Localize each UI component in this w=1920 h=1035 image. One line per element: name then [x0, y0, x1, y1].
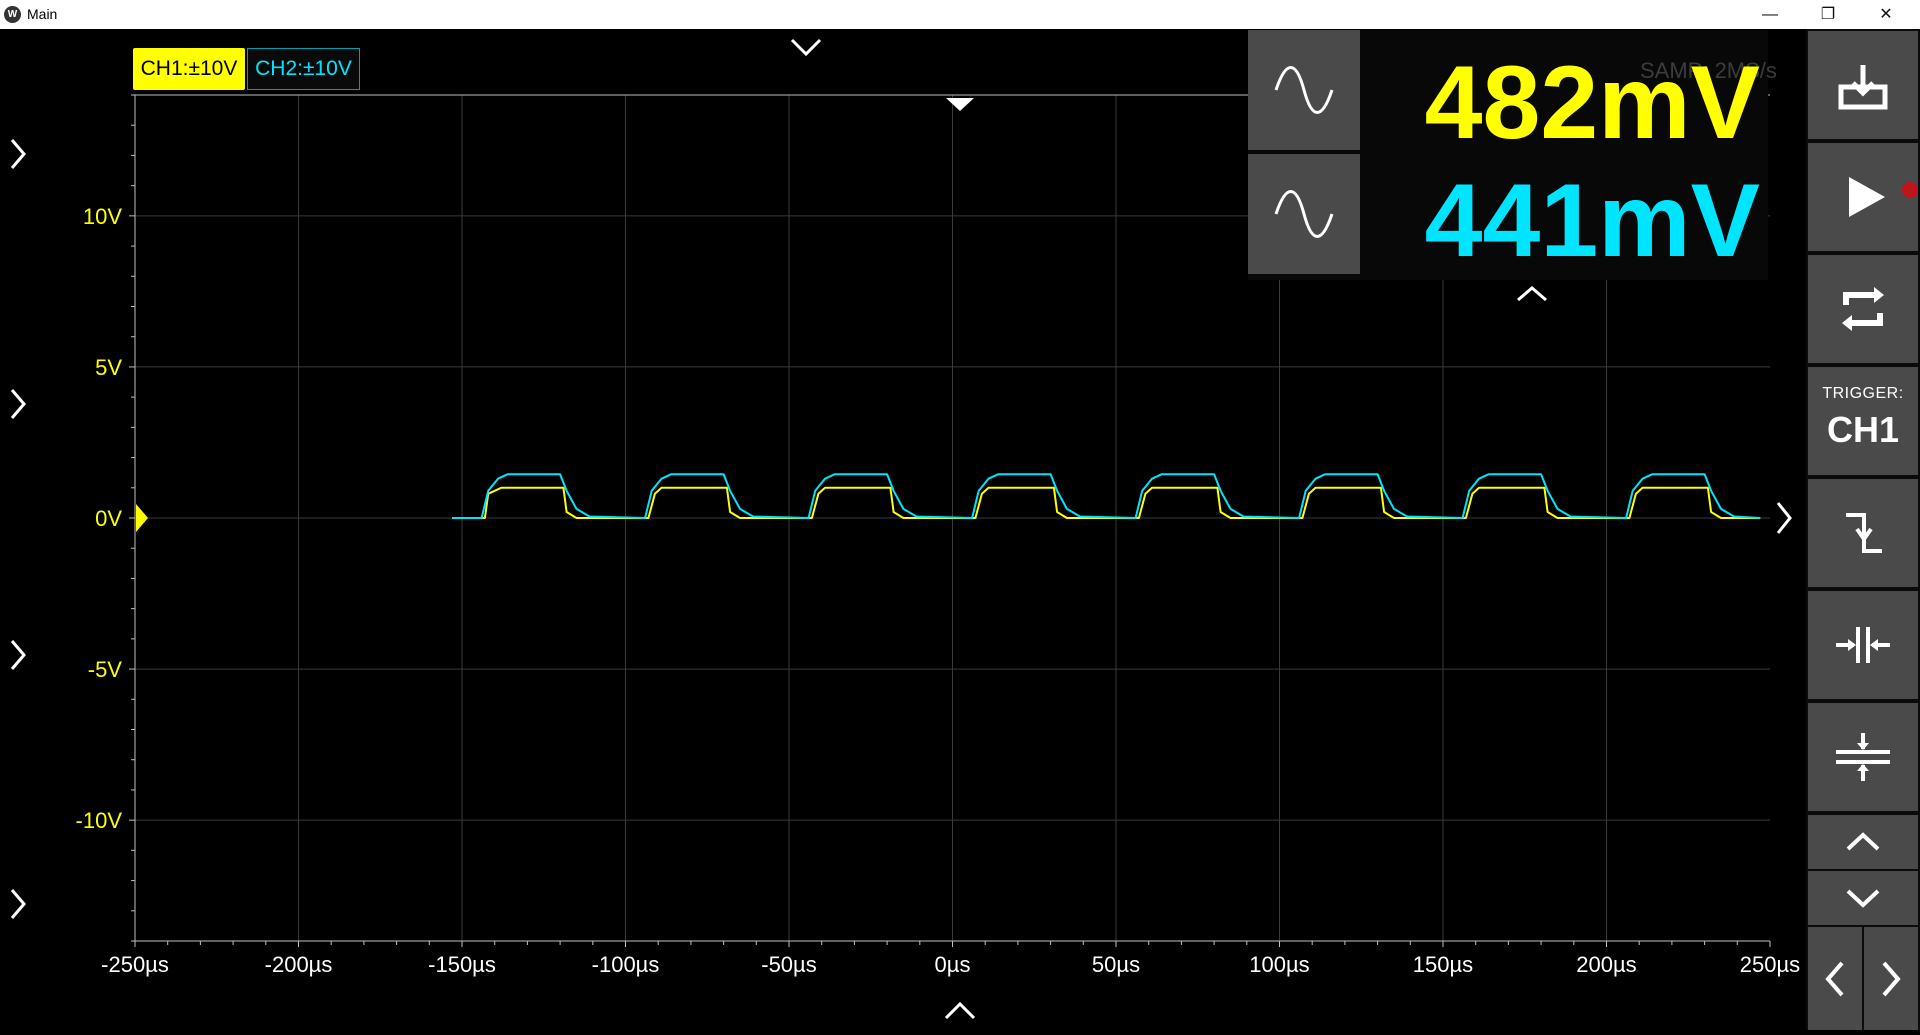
- close-button[interactable]: ✕: [1857, 0, 1915, 29]
- expand-panel-icon[interactable]: [10, 640, 26, 670]
- chevron-right-icon[interactable]: [1776, 502, 1792, 534]
- waveform-traces: [452, 473, 1761, 519]
- x-tick-label: -250µs: [101, 952, 169, 977]
- auto-set-icon: [1842, 287, 1884, 331]
- ch2-measure-type-button[interactable]: [1248, 154, 1360, 274]
- trigger-source-button[interactable]: TRIGGER: CH1: [1808, 367, 1918, 475]
- time-scale-button[interactable]: [1808, 591, 1918, 699]
- window-title: Main: [27, 6, 58, 22]
- sine-wave-icon: [1274, 66, 1334, 114]
- ch1-level-marker[interactable]: [136, 504, 148, 532]
- falling-edge-icon: [1846, 513, 1882, 553]
- ch2-range-button[interactable]: CH2:±10V: [247, 48, 360, 90]
- x-tick-label: 200µs: [1576, 952, 1636, 977]
- y-minor-ticks: [129, 94, 135, 942]
- voltage-scale-button[interactable]: [1808, 703, 1918, 811]
- next-icon: [1882, 961, 1901, 997]
- scroll-up-icon: [1846, 832, 1880, 851]
- x-tick-label: 0µs: [935, 952, 971, 977]
- app-logo-icon: W: [4, 6, 21, 23]
- x-tick-label: -150µs: [428, 952, 496, 977]
- expand-panel-icon[interactable]: [10, 889, 26, 919]
- y-tick-label: -10V: [76, 808, 123, 833]
- x-tick-label: 100µs: [1249, 952, 1309, 977]
- scroll-up-button[interactable]: [1808, 815, 1918, 869]
- save-button[interactable]: [1808, 31, 1918, 139]
- x-tick-labels: -250µs -200µs -150µs -100µs -50µs 0µs 50µs 100µ…: [101, 952, 1800, 977]
- ch1-measurement-value: 482mV: [1424, 45, 1760, 161]
- y-tick-label: 0V: [95, 506, 122, 531]
- trigger-label: TRIGGER:: [1822, 385, 1904, 402]
- y-tick-label: -5V: [88, 657, 123, 682]
- scroll-down-icon: [1846, 889, 1880, 908]
- y-tick-label: 10V: [83, 204, 122, 229]
- recording-indicator: [1902, 182, 1918, 198]
- chevron-up-icon[interactable]: [1512, 282, 1552, 306]
- play-icon: [1849, 177, 1885, 217]
- save-icon: [1838, 65, 1888, 110]
- x-minor-ticks: [134, 941, 1771, 947]
- x-tick-label: -100µs: [592, 952, 660, 977]
- restore-button[interactable]: ❐: [1799, 0, 1857, 29]
- x-tick-label: 50µs: [1092, 952, 1140, 977]
- voltage-scale-icon: [1836, 733, 1890, 781]
- scroll-down-button[interactable]: [1808, 871, 1918, 925]
- ch1-range-button[interactable]: CH1:±10V: [133, 48, 245, 90]
- expand-panel-icon[interactable]: [10, 139, 26, 169]
- x-tick-label: -200µs: [265, 952, 333, 977]
- ch1-measure-type-button[interactable]: [1248, 30, 1360, 150]
- y-tick-label: 5V: [95, 355, 122, 380]
- trace-ch2: [452, 473, 1761, 519]
- x-tick-label: -50µs: [761, 952, 816, 977]
- chevron-down-icon[interactable]: [790, 38, 822, 57]
- ch2-measurement-value: 441mV: [1424, 163, 1760, 279]
- auto-set-button[interactable]: [1808, 255, 1918, 363]
- time-scale-icon: [1836, 627, 1890, 663]
- y-tick-labels: 10V 5V 0V -5V -10V: [76, 204, 123, 833]
- prev-icon: [1825, 961, 1844, 997]
- x-tick-label: 250µs: [1740, 952, 1800, 977]
- next-button[interactable]: [1864, 927, 1918, 1030]
- trigger-edge-button[interactable]: [1808, 479, 1918, 587]
- trigger-position-marker[interactable]: [946, 98, 974, 111]
- run-button[interactable]: [1808, 143, 1918, 251]
- prev-button[interactable]: [1808, 927, 1862, 1030]
- trigger-source-value: CH1: [1826, 409, 1900, 450]
- chevron-up-icon[interactable]: [944, 1001, 976, 1020]
- expand-panel-icon[interactable]: [10, 389, 26, 419]
- sine-wave-icon: [1274, 190, 1334, 238]
- x-tick-label: 150µs: [1413, 952, 1473, 977]
- title-bar: W Main — ❐ ✕: [0, 0, 1920, 29]
- minimize-button[interactable]: —: [1741, 0, 1799, 29]
